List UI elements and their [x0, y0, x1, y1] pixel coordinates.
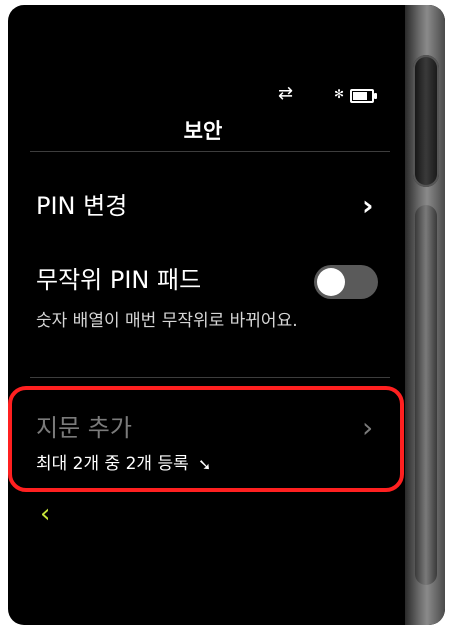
battery-fill	[353, 92, 367, 100]
transfer-arrows-icon: ⇄	[278, 83, 294, 104]
add-fingerprint-label: 지문 추가	[36, 414, 132, 442]
side-rail-lower	[415, 205, 437, 585]
random-pin-pad-label: 무작위 PIN 패드	[36, 266, 202, 294]
random-pin-pad-description: 숫자 배열이 매번 무작위로 바뀌어요.	[36, 311, 298, 331]
header-divider	[30, 151, 390, 152]
chevron-left-icon: ‹	[40, 499, 51, 529]
battery-icon	[350, 89, 377, 103]
side-button[interactable]	[413, 55, 439, 187]
back-button[interactable]: ‹	[40, 501, 50, 527]
chevron-right-icon: ›	[362, 411, 374, 444]
section-divider	[30, 377, 390, 378]
device-side-rail	[405, 5, 445, 625]
toggle-knob	[317, 268, 345, 296]
page-title: 보안	[183, 119, 223, 143]
change-pin-label: PIN 변경	[36, 192, 128, 220]
add-fingerprint-description: 최대 2개 중 2개 등록	[36, 454, 189, 474]
cursor-icon: ➘	[198, 455, 212, 474]
bluetooth-icon: ✻	[334, 87, 345, 101]
device-screen: ⇄ ✻ 보안 PIN 변경 › 무작위 PIN 패드 숫자 배열이 매번 무작위…	[8, 5, 445, 625]
chevron-right-icon: ›	[362, 189, 374, 222]
random-pin-pad-toggle[interactable]	[314, 265, 378, 299]
